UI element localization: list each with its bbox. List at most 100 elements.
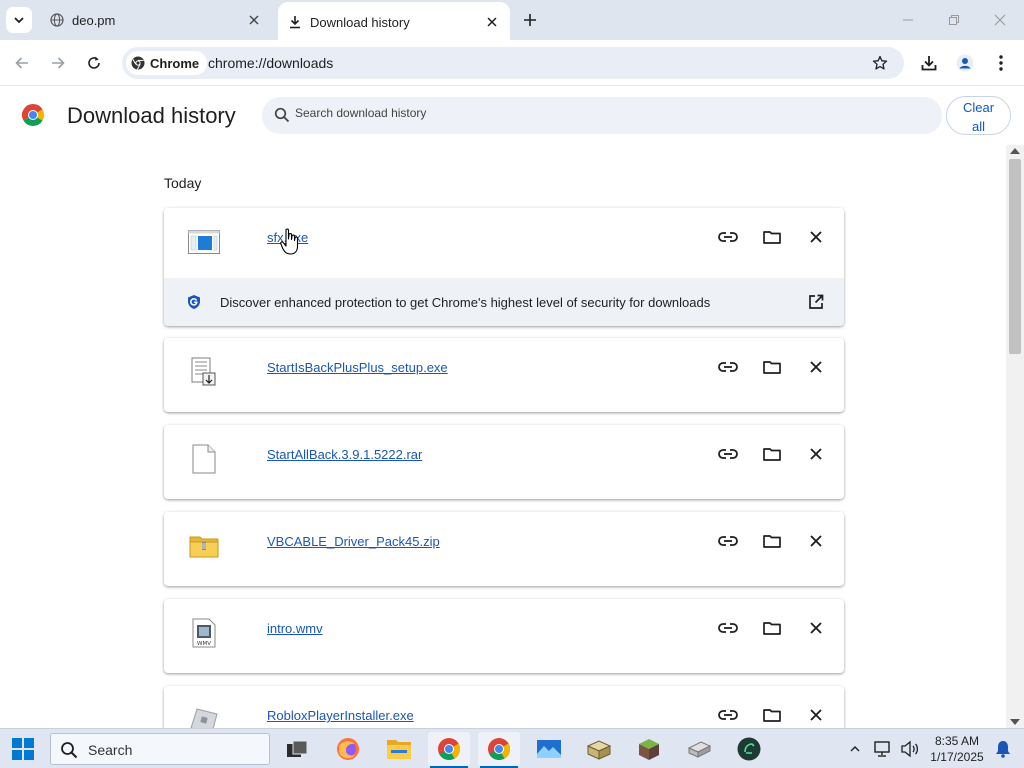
link-icon xyxy=(718,449,738,459)
back-button[interactable] xyxy=(11,52,33,74)
download-search-box[interactable] xyxy=(262,97,942,134)
folder-icon xyxy=(763,231,781,244)
network-icon xyxy=(874,741,890,757)
show-hidden-icons-button[interactable] xyxy=(845,739,865,759)
tab-deo-pm[interactable]: deo.pm xyxy=(40,0,272,40)
downloads-header: Download history Clear all xyxy=(0,87,1024,145)
windows-start-icon[interactable] xyxy=(12,738,34,760)
close-tab-icon[interactable] xyxy=(246,12,262,28)
taskbar-chrome-1[interactable] xyxy=(428,732,470,768)
back-arrow-icon xyxy=(15,57,28,69)
restore-icon xyxy=(949,15,959,25)
avatar-icon xyxy=(956,54,974,72)
show-in-folder-button[interactable] xyxy=(760,530,784,552)
copy-link-button[interactable] xyxy=(716,226,740,248)
remove-from-list-button[interactable] xyxy=(804,443,828,465)
remove-from-list-button[interactable] xyxy=(804,617,828,639)
clock-date: 1/17/2025 xyxy=(930,750,984,764)
file-name-link[interactable]: StartAllBack.3.9.1.5222.rar xyxy=(267,447,422,462)
taskbar-app-green[interactable] xyxy=(728,732,770,766)
open-in-new-icon[interactable] xyxy=(807,293,825,311)
taskbar-roblox[interactable] xyxy=(678,732,720,766)
copy-link-button[interactable] xyxy=(716,530,740,552)
file-name-link[interactable]: StartIsBackPlusPlus_setup.exe xyxy=(267,360,448,375)
remove-from-list-button[interactable] xyxy=(804,226,828,248)
file-name-link[interactable]: intro.wmv xyxy=(267,621,323,636)
taskbar-photos[interactable] xyxy=(528,732,570,766)
volume-tray-button[interactable] xyxy=(900,739,920,759)
copy-link-button[interactable] xyxy=(716,356,740,378)
close-window-button[interactable] xyxy=(990,10,1010,30)
scrollbar-thumb[interactable] xyxy=(1009,159,1021,354)
search-input[interactable] xyxy=(295,106,895,120)
scroll-down-arrow-icon[interactable] xyxy=(1010,719,1020,725)
page-scrollbar[interactable] xyxy=(1006,145,1024,728)
tab-title: Download history xyxy=(310,15,410,30)
clear-all-label-line2: all xyxy=(971,119,985,134)
site-info-chip[interactable]: Chrome xyxy=(126,51,208,75)
task-view-icon xyxy=(287,740,308,757)
download-icon xyxy=(290,16,300,29)
notifications-button[interactable] xyxy=(993,739,1013,759)
search-icon xyxy=(274,107,290,123)
profile-button[interactable] xyxy=(954,52,976,74)
copy-link-button[interactable] xyxy=(716,443,740,465)
copy-link-button[interactable] xyxy=(716,617,740,639)
download-item: StartIsBackPlusPlus_setup.exe xyxy=(164,338,844,412)
restore-button[interactable] xyxy=(944,10,964,30)
show-in-folder-button[interactable] xyxy=(760,443,784,465)
bookmark-star-button[interactable] xyxy=(870,53,890,73)
chrome-menu-button[interactable] xyxy=(990,52,1012,74)
close-icon xyxy=(810,535,822,547)
taskbar-minecraft[interactable] xyxy=(628,732,670,766)
blank-file-icon xyxy=(188,443,220,475)
remove-from-list-button[interactable] xyxy=(804,530,828,552)
chrome-logo-icon xyxy=(488,738,511,761)
taskbar-firefox[interactable] xyxy=(327,732,369,766)
reload-button[interactable] xyxy=(83,52,105,74)
url-text: chrome://downloads xyxy=(208,55,334,71)
network-tray-button[interactable] xyxy=(872,739,892,759)
downloads-button[interactable] xyxy=(918,52,940,74)
file-name-link[interactable]: RobloxPlayerInstaller.exe xyxy=(267,708,414,723)
chevron-down-icon xyxy=(14,17,24,24)
shield-icon xyxy=(188,295,200,309)
roblox-icon xyxy=(188,704,220,728)
wmv-file-icon: WMV xyxy=(188,617,220,649)
tab-search-button[interactable] xyxy=(6,7,32,33)
remove-from-list-button[interactable] xyxy=(804,356,828,378)
hand-cursor-icon xyxy=(280,228,299,255)
taskbar-clock[interactable]: 8:35 AM 1/17/2025 xyxy=(928,733,986,765)
close-tab-icon[interactable] xyxy=(484,14,500,30)
windows-taskbar: Search 8:35 AM 1/17/2025 xyxy=(0,728,1024,768)
bell-icon xyxy=(996,741,1010,758)
forward-button[interactable] xyxy=(47,52,69,74)
scroll-up-arrow-icon[interactable] xyxy=(1010,148,1020,154)
tab-download-history[interactable]: Download history xyxy=(278,2,510,40)
copy-link-button[interactable] xyxy=(716,704,740,726)
minimize-button[interactable] xyxy=(898,10,918,30)
taskbar-file-explorer[interactable] xyxy=(378,732,420,766)
download-item: StartAllBack.3.9.1.5222.rar xyxy=(164,425,844,499)
show-in-folder-button[interactable] xyxy=(760,226,784,248)
close-icon xyxy=(810,709,822,721)
taskbar-search-box[interactable]: Search xyxy=(50,733,270,765)
speaker-icon xyxy=(901,740,919,758)
file-name-link[interactable]: VBCABLE_Driver_Pack45.zip xyxy=(267,534,440,549)
installer-box-icon xyxy=(586,740,612,760)
remove-from-list-button[interactable] xyxy=(804,704,828,726)
task-view-button[interactable] xyxy=(276,732,318,766)
show-in-folder-button[interactable] xyxy=(760,356,784,378)
show-in-folder-button[interactable] xyxy=(760,617,784,639)
taskbar-chrome-2[interactable] xyxy=(478,732,520,768)
new-tab-button[interactable] xyxy=(520,10,540,30)
banner-text: Discover enhanced protection to get Chro… xyxy=(220,295,711,310)
chrome-logo-icon xyxy=(131,56,145,70)
close-icon xyxy=(810,448,822,460)
address-bar[interactable]: Chrome chrome://downloads xyxy=(122,47,904,79)
clear-all-button[interactable]: Clear all xyxy=(946,96,1011,135)
star-icon xyxy=(872,55,888,70)
taskbar-app-installer[interactable] xyxy=(578,732,620,766)
folder-icon xyxy=(763,448,781,461)
show-in-folder-button[interactable] xyxy=(760,704,784,726)
